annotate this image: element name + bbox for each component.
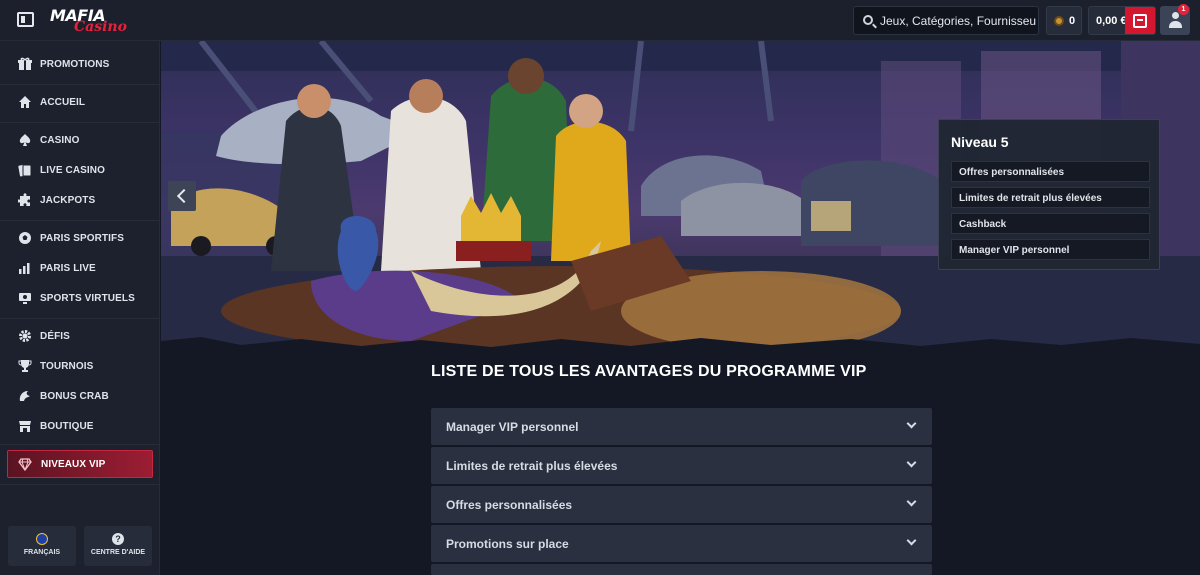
accordion-label: Offres personnalisées <box>446 498 573 512</box>
sidebar-item-label: JACKPOTS <box>40 195 96 206</box>
logo-sub-text: Casino <box>74 19 127 35</box>
sidebar-item-promotions[interactable]: PROMOTIONS <box>0 52 160 78</box>
gift-icon <box>18 57 32 70</box>
trophy-icon <box>18 360 32 372</box>
accordion-item-promotions-sur-place[interactable]: Promotions sur place <box>431 525 932 562</box>
vip-level-title: Niveau 5 <box>951 134 1009 150</box>
accordion-label: Manager VIP personnel <box>446 420 579 434</box>
sidebar-item-jackpots[interactable]: JACKPOTS <box>0 188 160 214</box>
cashier-button[interactable] <box>1125 7 1155 34</box>
shop-icon <box>19 421 31 432</box>
level-perk-label: Cashback <box>959 219 1007 230</box>
level-perk-label: Limites de retrait plus élevées <box>959 193 1102 204</box>
sidebar-item-label: PARIS LIVE <box>40 263 96 274</box>
language-label: FRANÇAIS <box>23 549 61 556</box>
live-chart-icon <box>19 263 30 274</box>
cards-icon <box>18 164 32 177</box>
user-icon <box>1169 12 1182 28</box>
sidebar-item-tournois[interactable]: TOURNOIS <box>0 354 160 380</box>
coin-count: 0 <box>1069 15 1076 27</box>
sidebar-divider <box>0 122 160 123</box>
help-label: CENTRE D'AIDE <box>90 549 146 556</box>
gear-icon <box>19 330 31 342</box>
sidebar-item-paris-live[interactable]: PARIS LIVE <box>0 256 160 282</box>
help-icon: ? <box>112 533 124 545</box>
user-account-button[interactable]: 1 <box>1160 4 1190 35</box>
language-button[interactable]: FRANÇAIS <box>8 526 76 566</box>
claw-icon <box>19 391 30 401</box>
chevron-down-icon <box>906 418 917 429</box>
home-icon <box>19 96 31 108</box>
sidebar-divider <box>0 84 160 85</box>
accordion-item-partial[interactable] <box>431 564 932 575</box>
wallet-balance[interactable]: 0,00 € <box>1088 6 1156 35</box>
soccer-ball-icon <box>19 232 31 244</box>
sidebar-divider <box>0 444 160 445</box>
sidebar-item-label: DÉFIS <box>40 331 70 342</box>
page-title: LISTE DE TOUS LES AVANTAGES DU PROGRAMME… <box>431 363 867 380</box>
sidebar-item-niveaux-vip[interactable]: NIVEAUX VIP <box>7 450 153 478</box>
virtual-screen-icon <box>19 293 31 304</box>
sidebar-toggle-icon[interactable] <box>17 12 34 27</box>
level-perk: Manager VIP personnel <box>951 239 1150 260</box>
sidebar-item-label: ACCUEIL <box>40 97 86 108</box>
vip-level-card: Niveau 5 Offres personnalisées Limites d… <box>938 119 1160 270</box>
wallet-icon <box>1133 14 1147 28</box>
accordion-label: Promotions sur place <box>446 537 569 551</box>
level-perk-label: Manager VIP personnel <box>959 245 1070 256</box>
sidebar-item-label: BOUTIQUE <box>40 421 94 432</box>
puzzle-icon <box>18 193 30 206</box>
sidebar-item-label: SPORTS VIRTUELS <box>40 293 135 304</box>
search-box[interactable] <box>853 6 1039 35</box>
chevron-down-icon <box>906 496 917 507</box>
sidebar-item-live-casino[interactable]: LIVE CASINO <box>0 158 160 184</box>
sidebar-item-label: TOURNOIS <box>40 361 94 372</box>
accordion-item-manager-vip[interactable]: Manager VIP personnel <box>431 408 932 445</box>
sidebar-item-defis[interactable]: DÉFIS <box>0 324 160 350</box>
coin-balance[interactable]: 0 <box>1046 6 1082 35</box>
top-bar: MAFIA Casino 0 0,00 € 1 <box>0 0 1200 41</box>
level-perk: Offres personnalisées <box>951 161 1150 182</box>
sidebar-item-casino[interactable]: CASINO <box>0 128 160 154</box>
accordion-item-limites-retrait[interactable]: Limites de retrait plus élevées <box>431 447 932 484</box>
sidebar-divider <box>0 318 160 319</box>
eu-flag-icon <box>36 533 48 545</box>
sidebar-item-boutique[interactable]: BOUTIQUE <box>0 414 160 440</box>
logo[interactable]: MAFIA Casino <box>50 6 127 36</box>
sidebar-item-label: BONUS CRAB <box>40 391 109 402</box>
search-input[interactable] <box>880 7 1036 34</box>
level-perk: Cashback <box>951 213 1150 234</box>
balance-value: 0,00 € <box>1096 15 1127 27</box>
sidebar-item-paris-sportifs[interactable]: PARIS SPORTIFS <box>0 226 160 252</box>
search-icon <box>863 15 873 25</box>
sidebar-item-label: PROMOTIONS <box>40 59 110 70</box>
spade-icon <box>19 134 31 146</box>
sidebar-item-sports-virtuels[interactable]: SPORTS VIRTUELS <box>0 286 160 312</box>
notification-badge: 1 <box>1178 4 1189 15</box>
coin-icon <box>1054 16 1064 26</box>
sidebar-item-label: CASINO <box>40 135 80 146</box>
sidebar-item-accueil[interactable]: ACCUEIL <box>0 90 160 116</box>
accordion-item-offres-personnalisees[interactable]: Offres personnalisées <box>431 486 932 523</box>
sidebar-divider <box>0 220 160 221</box>
sidebar-item-bonus-crab[interactable]: BONUS CRAB <box>0 384 160 410</box>
vip-hero-banner: Niveau 5 Offres personnalisées Limites d… <box>161 41 1200 350</box>
help-center-button[interactable]: ? CENTRE D'AIDE <box>84 526 152 566</box>
sidebar-item-label: PARIS SPORTIFS <box>40 233 125 244</box>
carousel-prev-button[interactable] <box>168 181 196 211</box>
sidebar-item-label: LIVE CASINO <box>40 165 105 176</box>
accordion-label: Limites de retrait plus élevées <box>446 459 618 473</box>
level-perk: Limites de retrait plus élevées <box>951 187 1150 208</box>
sidebar-item-label: NIVEAUX VIP <box>41 459 106 470</box>
sidebar: PROMOTIONS ACCUEIL CASINO LIVE CASINO JA… <box>0 41 160 575</box>
sidebar-divider <box>0 484 160 485</box>
chevron-down-icon <box>906 535 917 546</box>
level-perk-label: Offres personnalisées <box>959 167 1065 178</box>
diamond-icon <box>18 458 32 471</box>
chevron-down-icon <box>906 457 917 468</box>
